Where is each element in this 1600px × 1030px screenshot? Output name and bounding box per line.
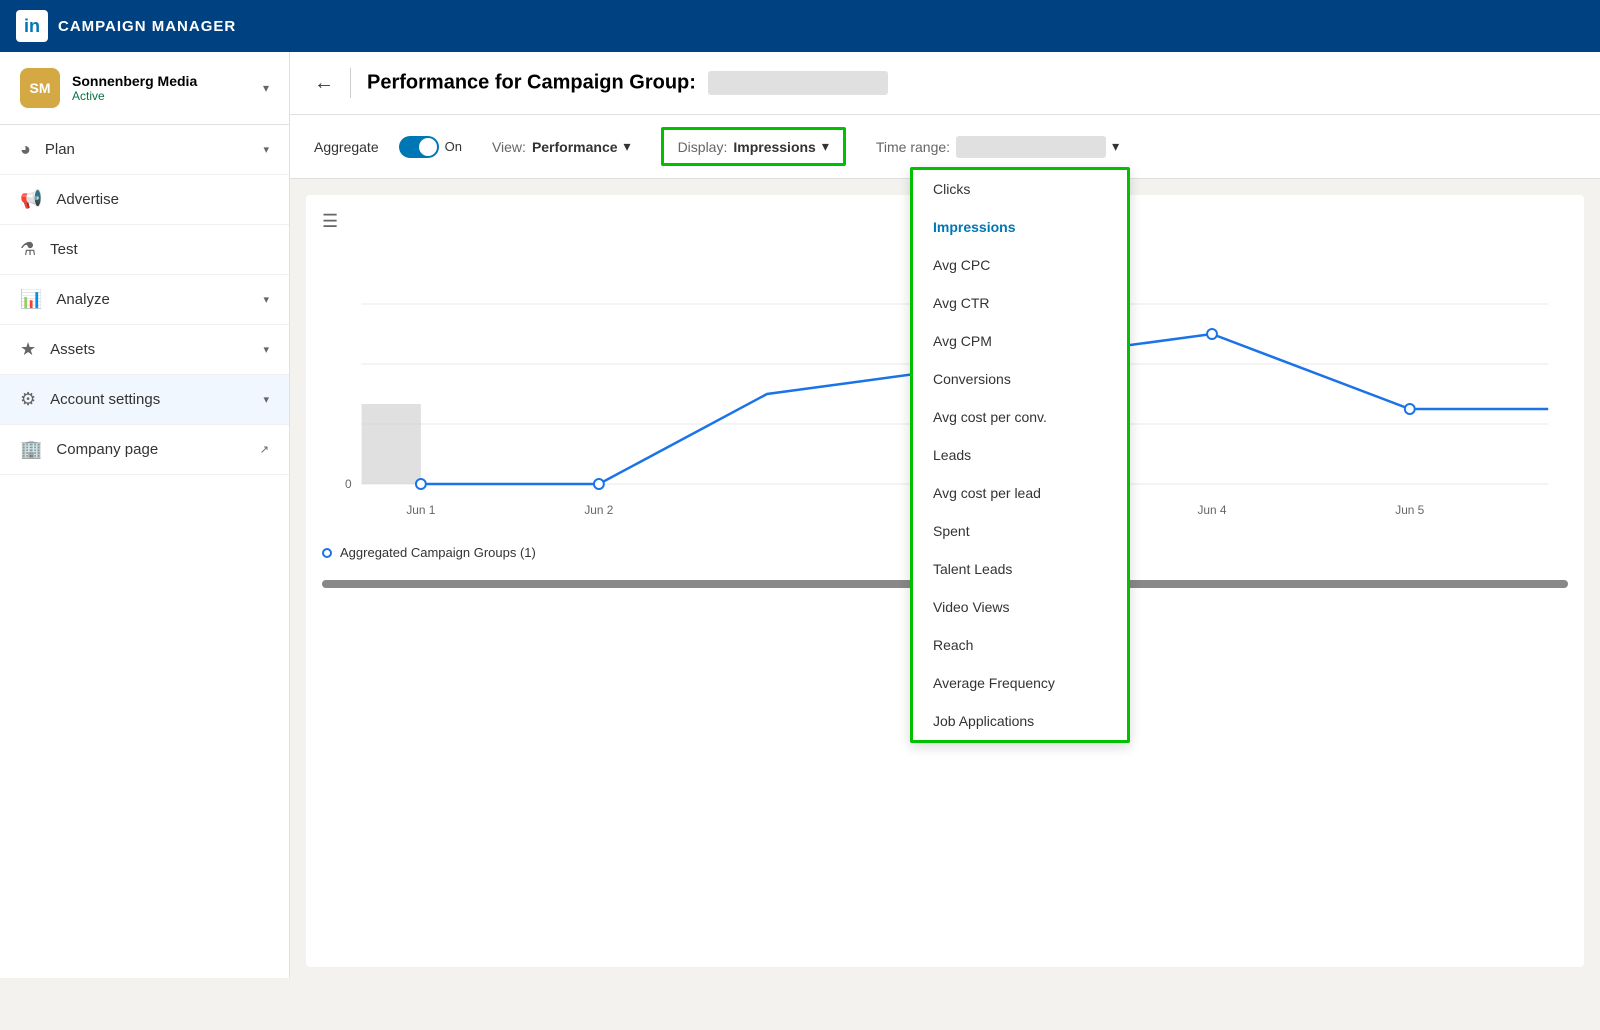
chevron-down-icon: ▾ [822, 138, 829, 155]
display-button[interactable]: Display: Impressions ▾ [661, 127, 846, 166]
svg-text:Jun 2: Jun 2 [584, 503, 613, 517]
page-title: Performance for Campaign Group: [367, 71, 888, 95]
account-info: Sonnenberg Media Active [72, 73, 251, 103]
chevron-down-icon: ▾ [624, 138, 631, 155]
display-dropdown: Clicks Impressions Avg CPC Avg CTR Avg C… [910, 167, 1130, 743]
dropdown-item-avg-ctr[interactable]: Avg CTR [913, 284, 1127, 322]
display-value: Impressions [733, 139, 815, 155]
sidebar-item-label: Advertise [56, 191, 119, 208]
advertise-icon: 📢 [20, 189, 42, 210]
page-header: ← Performance for Campaign Group: [290, 52, 1600, 115]
avatar: SM [20, 68, 60, 108]
dropdown-item-avg-cost-lead[interactable]: Avg cost per lead [913, 474, 1127, 512]
sidebar: SM Sonnenberg Media Active ▾ ◕ Plan ▾ 📢 … [0, 52, 290, 978]
top-nav: in CAMPAIGN MANAGER [0, 0, 1600, 52]
svg-text:Jun 1: Jun 1 [406, 503, 435, 517]
sidebar-item-test[interactable]: ⚗ Test [0, 225, 289, 275]
sidebar-item-label: Company page [56, 441, 158, 458]
dropdown-item-conversions[interactable]: Conversions [913, 360, 1127, 398]
dropdown-item-avg-cpm[interactable]: Avg CPM [913, 322, 1127, 360]
dropdown-item-job-applications[interactable]: Job Applications [913, 702, 1127, 740]
toolbar: Aggregate On View: Performance ▾ Display… [290, 115, 1600, 179]
legend-dot [322, 548, 332, 558]
main-content: ← Performance for Campaign Group: Aggreg… [290, 52, 1600, 978]
analyze-icon: 📊 [20, 289, 42, 310]
legend-label: Aggregated Campaign Groups (1) [340, 545, 536, 560]
assets-icon: ★ [20, 339, 36, 360]
dropdown-item-talent-leads[interactable]: Talent Leads [913, 550, 1127, 588]
toggle-knob [419, 138, 437, 156]
view-button[interactable]: View: Performance ▾ [482, 132, 641, 161]
plan-icon: ◕ [20, 139, 31, 160]
account-name: Sonnenberg Media [72, 73, 251, 89]
dropdown-item-avg-cost-conv[interactable]: Avg cost per conv. [913, 398, 1127, 436]
sidebar-item-plan[interactable]: ◕ Plan ▾ [0, 125, 289, 175]
account-chevron-icon: ▾ [263, 81, 269, 95]
time-range-label: Time range: [876, 139, 950, 155]
linkedin-logo: in [16, 10, 48, 42]
view-label: View: [492, 139, 526, 155]
sidebar-item-label: Assets [50, 341, 95, 358]
svg-text:Jun 5: Jun 5 [1395, 503, 1424, 517]
time-range-button[interactable]: Time range: ▾ [866, 130, 1129, 164]
time-range-value [956, 136, 1106, 158]
sidebar-item-label: Test [50, 241, 78, 258]
campaign-name-placeholder [708, 71, 888, 95]
view-value: Performance [532, 139, 618, 155]
sidebar-item-label: Account settings [50, 391, 160, 408]
dropdown-item-impressions[interactable]: Impressions [913, 208, 1127, 246]
sidebar-item-analyze[interactable]: 📊 Analyze ▾ [0, 275, 289, 325]
external-link-icon: ↗ [260, 443, 269, 456]
sidebar-item-label: Analyze [56, 291, 109, 308]
company-icon: 🏢 [20, 439, 42, 460]
logo-area: in CAMPAIGN MANAGER [16, 10, 236, 42]
back-button[interactable]: ← [314, 72, 334, 95]
aggregate-label: Aggregate [314, 139, 379, 155]
dropdown-item-leads[interactable]: Leads [913, 436, 1127, 474]
sidebar-item-assets[interactable]: ★ Assets ▾ [0, 325, 289, 375]
test-icon: ⚗ [20, 239, 36, 260]
dropdown-item-clicks[interactable]: Clicks [913, 170, 1127, 208]
header-divider [350, 68, 351, 98]
chevron-down-icon: ▾ [263, 343, 269, 356]
dropdown-item-spent[interactable]: Spent [913, 512, 1127, 550]
svg-text:0: 0 [345, 477, 352, 491]
account-status: Active [72, 89, 251, 103]
account-section[interactable]: SM Sonnenberg Media Active ▾ [0, 52, 289, 125]
aggregate-toggle[interactable]: On [399, 136, 462, 158]
chevron-down-icon: ▾ [1112, 138, 1119, 155]
display-label: Display: [678, 139, 728, 155]
toggle-control[interactable] [399, 136, 439, 158]
dropdown-item-video-views[interactable]: Video Views [913, 588, 1127, 626]
dropdown-item-reach[interactable]: Reach [913, 626, 1127, 664]
chevron-down-icon: ▾ [263, 393, 269, 406]
dropdown-item-avg-cpc[interactable]: Avg CPC [913, 246, 1127, 284]
dropdown-item-average-frequency[interactable]: Average Frequency [913, 664, 1127, 702]
settings-icon: ⚙ [20, 389, 36, 410]
app-title: CAMPAIGN MANAGER [58, 18, 236, 35]
toggle-on-label: On [445, 139, 462, 154]
sidebar-item-company-page[interactable]: 🏢 Company page ↗ [0, 425, 289, 475]
sidebar-item-label: Plan [45, 141, 75, 158]
sidebar-item-account-settings[interactable]: ⚙ Account settings ▾ [0, 375, 289, 425]
sidebar-item-advertise[interactable]: 📢 Advertise [0, 175, 289, 225]
chevron-down-icon: ▾ [263, 143, 269, 156]
chevron-down-icon: ▾ [263, 293, 269, 306]
svg-text:Jun 4: Jun 4 [1197, 503, 1226, 517]
